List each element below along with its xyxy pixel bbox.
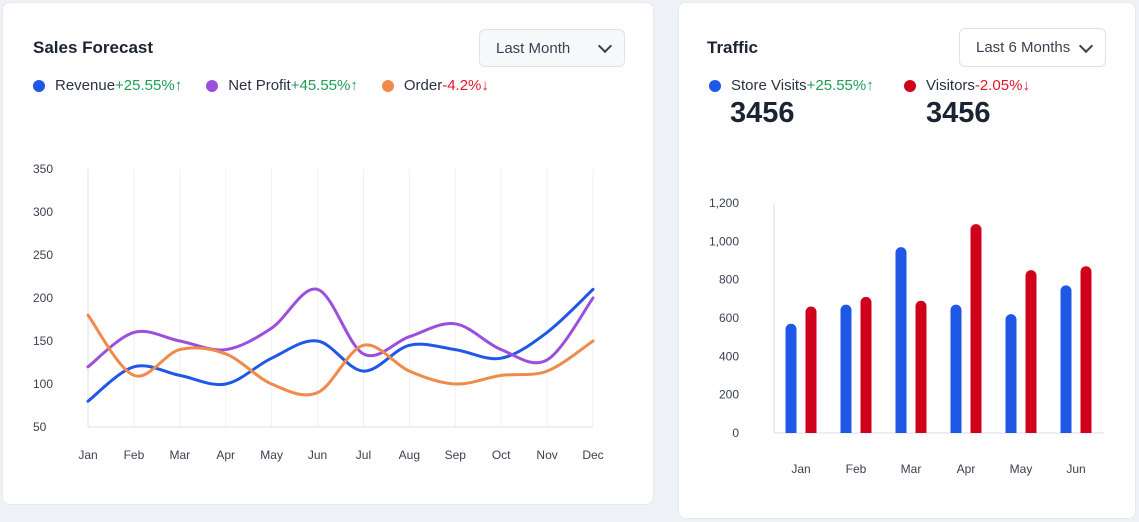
x-tick-label: Sep [445,448,467,462]
store-visits-bar [1005,314,1017,433]
x-tick-label: Jun [308,448,327,462]
visitors-bar [970,224,982,433]
store-visits-bar [1060,285,1072,433]
y-tick-label: 400 [719,349,739,363]
y-tick-label: 600 [719,311,739,325]
visitors-bar [915,300,927,433]
y-tick-label: 300 [33,205,53,219]
y-tick-label: 250 [33,248,53,262]
x-tick-label: May [1010,462,1033,476]
x-tick-label: Jul [356,448,371,462]
x-tick-label: Mar [169,448,190,462]
x-tick-label: Apr [957,462,976,476]
y-tick-label: 350 [33,162,53,176]
x-tick-label: Jan [791,462,810,476]
traffic-bar-chart: 0 200 400 600 800 1,000 1,200 Jan Feb Mar Apr May Ju… [709,196,1104,476]
y-tick-label: 50 [33,420,47,434]
x-tick-label: Dec [582,448,603,462]
sales-forecast-card: Sales Forecast Last Month Revenue +25.55… [2,2,654,505]
y-tick-label: 200 [719,388,739,402]
y-tick-label: 100 [33,377,53,391]
x-tick-label: Mar [901,462,922,476]
sales-line-chart: 50 100 150 200 250 300 350 Jan Feb Mar Apr May Jun Ju… [33,162,604,462]
x-tick-label: May [260,448,283,462]
visitors-bar [805,306,817,433]
visitors-bar [860,296,872,433]
x-tick-label: Feb [846,462,867,476]
x-tick-label: Aug [399,448,420,462]
y-tick-label: 1,000 [709,234,739,248]
visitors-bar [1025,270,1037,433]
revenue-series-line [86,287,595,403]
y-tick-label: 150 [33,334,53,348]
store-visits-bar [950,304,962,433]
x-tick-label: Nov [536,448,557,462]
y-tick-label: 200 [33,291,53,305]
y-tick-label: 0 [732,426,739,440]
x-tick-label: Jan [78,448,97,462]
store-visits-bar [785,323,797,433]
x-tick-label: Apr [216,448,235,462]
x-tick-label: Feb [124,448,145,462]
store-visits-bar [840,304,852,433]
visitors-bar [1080,266,1092,433]
store-visits-bar [895,247,907,433]
y-tick-label: 800 [719,273,739,287]
traffic-card: Traffic Last 6 Months Store Visits +25.5… [678,2,1136,519]
x-tick-label: Oct [492,448,511,462]
y-tick-label: 1,200 [709,196,739,210]
x-tick-label: Jun [1066,462,1085,476]
